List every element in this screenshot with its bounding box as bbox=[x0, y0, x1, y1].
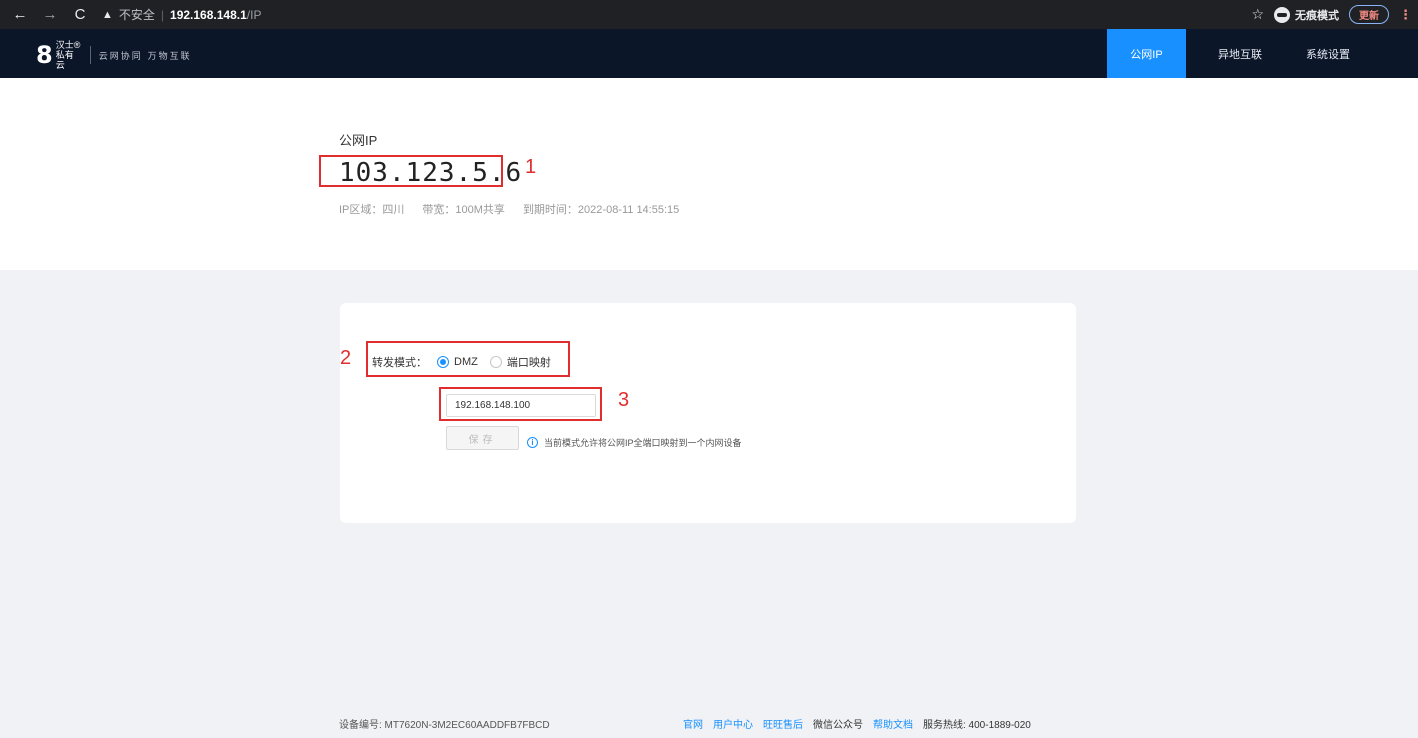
footer-links: 官网 用户中心 旺旺售后 微信公众号 帮助文档 服务热线: 400-1889-0… bbox=[683, 716, 1031, 731]
warning-icon[interactable]: ▲ bbox=[102, 9, 113, 21]
mode-hint-text: 当前模式允许将公网IP全端口映射到一个内网设备 bbox=[544, 438, 742, 448]
insecure-label[interactable]: 不安全 bbox=[119, 6, 155, 23]
footer-link-after-sales[interactable]: 旺旺售后 bbox=[763, 716, 803, 731]
logo[interactable]: 8 汉士®私有云 云网协同 万物互联 bbox=[36, 40, 192, 70]
back-icon[interactable]: ← bbox=[12, 6, 28, 23]
nav-tabs: 公网IP 异地互联 系统设置 bbox=[1107, 29, 1369, 78]
save-button[interactable]: 保存 bbox=[446, 426, 519, 450]
mode-hint: i 当前模式允许将公网IP全端口映射到一个内网设备 bbox=[527, 436, 742, 449]
footer-wechat[interactable]: 微信公众号 bbox=[813, 716, 863, 731]
tab-system-settings[interactable]: 系统设置 bbox=[1287, 29, 1369, 78]
bookmark-star-icon[interactable]: ☆ bbox=[1251, 6, 1264, 23]
tab-remote-interconnect[interactable]: 异地互联 bbox=[1203, 29, 1277, 78]
browser-toolbar: ← → C ▲ 不安全 | 192.168.148.1/IP ☆ 无痕模式 更新… bbox=[0, 0, 1418, 29]
ip-expiry: 到期时间：2022-08-11 14:55:15 bbox=[522, 204, 680, 216]
ip-bandwidth: 带宽：100M共享 bbox=[422, 204, 505, 216]
url-path[interactable]: /IP bbox=[247, 8, 262, 22]
device-id: 设备编号: MT7620N-3M2EC60AADDFB7FBCD bbox=[339, 720, 550, 731]
footer-link-user-center[interactable]: 用户中心 bbox=[713, 716, 753, 731]
browser-menu-icon[interactable]: ⋮ bbox=[1399, 7, 1412, 23]
annotation-number-1: 1 bbox=[525, 156, 537, 178]
info-icon: i bbox=[527, 437, 538, 448]
annotation-number-3: 3 bbox=[618, 389, 630, 411]
footer-link-official-site[interactable]: 官网 bbox=[683, 716, 703, 731]
app-header: 8 汉士®私有云 云网协同 万物互联 公网IP 异地互联 系统设置 bbox=[0, 29, 1418, 78]
address-separator: | bbox=[160, 7, 165, 22]
forward-icon[interactable]: → bbox=[42, 6, 58, 23]
ip-meta: IP区域：四川 带宽：100M共享 到期时间：2022-08-11 14:55:… bbox=[339, 201, 679, 217]
page-title: 公网IP bbox=[339, 133, 378, 148]
annotation-number-2: 2 bbox=[340, 347, 352, 369]
incognito-label: 无痕模式 bbox=[1295, 9, 1339, 22]
tab-public-ip[interactable]: 公网IP bbox=[1107, 29, 1186, 78]
incognito-icon bbox=[1274, 6, 1290, 23]
annotation-box-1 bbox=[319, 155, 503, 187]
public-ip-panel: 公网IP 103.123.5.6 IP区域：四川 带宽：100M共享 到期时间：… bbox=[0, 78, 1418, 270]
annotation-box-3 bbox=[439, 387, 602, 421]
address-bar[interactable]: ▲ 不安全 | 192.168.148.1/IP bbox=[102, 6, 261, 23]
update-button[interactable]: 更新 bbox=[1349, 5, 1389, 24]
reload-icon[interactable]: C bbox=[72, 6, 88, 23]
logo-divider bbox=[89, 46, 91, 64]
logo-brand: 汉士®私有云 bbox=[55, 40, 81, 70]
logo-slogan: 云网协同 万物互联 bbox=[98, 51, 192, 62]
url-host[interactable]: 192.168.148.1 bbox=[170, 8, 247, 22]
logo-mark: 8 bbox=[36, 41, 53, 69]
browser-nav: ← → C bbox=[12, 6, 88, 23]
footer-link-help-docs[interactable]: 帮助文档 bbox=[873, 716, 913, 731]
ip-region: IP区域：四川 bbox=[339, 204, 405, 216]
browser-actions: ☆ 无痕模式 更新 ⋮ bbox=[1251, 0, 1412, 29]
annotation-box-2 bbox=[366, 341, 570, 377]
incognito-indicator[interactable]: 无痕模式 bbox=[1274, 6, 1339, 23]
footer-hotline: 服务热线: 400-1889-020 bbox=[923, 720, 1031, 731]
